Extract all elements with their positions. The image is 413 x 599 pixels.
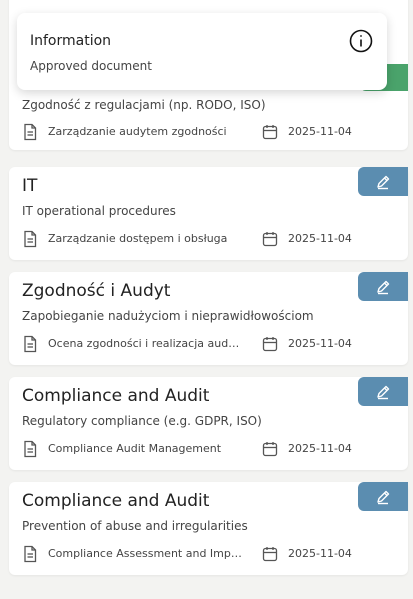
document-icon: [24, 230, 37, 248]
document-card[interactable]: IT IT operational procedures Zarządzanie…: [9, 167, 408, 260]
toast-message: Approved document: [30, 59, 152, 73]
card-date: 2025-11-04: [288, 232, 352, 245]
pencil-icon: [377, 490, 390, 504]
card-meta: Compliance Assessment and Implementation…: [22, 545, 402, 563]
pencil-icon: [377, 385, 390, 399]
card-meta-text: Zarządzanie dostępem i obsługa: [48, 232, 228, 245]
card-subtitle: IT operational procedures: [22, 204, 176, 218]
document-icon: [24, 545, 37, 563]
card-meta-text: Compliance Assessment and Implementation: [48, 547, 244, 560]
edit-button[interactable]: [358, 167, 408, 196]
info-icon: [349, 29, 373, 53]
pencil-icon: [377, 280, 390, 294]
card-meta-text: Compliance Audit Management: [48, 442, 222, 455]
document-icon: [24, 335, 37, 353]
card-title: Zgodność i Audyt: [22, 281, 171, 301]
calendar-icon: [262, 547, 278, 562]
card-date: 2025-11-04: [288, 547, 352, 560]
card-meta: Zarządzanie audytem zgodności 2025-11-04: [22, 123, 402, 141]
edit-button[interactable]: [358, 272, 408, 301]
card-subtitle: Prevention of abuse and irregularities: [22, 519, 248, 533]
toast-title: Information: [30, 33, 112, 49]
card-subtitle: Zapobieganie nadużyciom i nieprawidłowoś…: [22, 309, 314, 323]
document-icon: [24, 123, 37, 141]
card-date: 2025-11-04: [288, 442, 352, 455]
card-date: 2025-11-04: [288, 125, 352, 138]
info-toast[interactable]: Information Approved document: [17, 13, 387, 90]
card-meta-text: Ocena zgodności i realizacja audytów: [48, 337, 244, 350]
document-card[interactable]: Zgodność i Audyt Zapobieganie nadużyciom…: [9, 272, 408, 365]
edit-button[interactable]: [358, 482, 408, 511]
calendar-icon: [262, 442, 278, 457]
card-title: IT: [22, 176, 38, 196]
calendar-icon: [262, 125, 278, 140]
pencil-icon: [377, 175, 390, 189]
document-icon: [24, 440, 37, 458]
edit-button[interactable]: [358, 377, 408, 406]
card-date: 2025-11-04: [288, 337, 352, 350]
card-meta: Compliance Audit Management 2025-11-04: [22, 440, 402, 458]
card-meta: Zarządzanie dostępem i obsługa 2025-11-0…: [22, 230, 402, 248]
calendar-icon: [262, 337, 278, 352]
calendar-icon: [262, 232, 278, 247]
card-title: Compliance and Audit: [22, 491, 210, 511]
card-meta-text: Zarządzanie audytem zgodności: [48, 125, 227, 138]
document-card[interactable]: Compliance and Audit Regulatory complian…: [9, 377, 408, 470]
card-title: Compliance and Audit: [22, 386, 210, 406]
card-meta: Ocena zgodności i realizacja audytów 202…: [22, 335, 402, 353]
card-subtitle: Zgodność z regulacjami (np. RODO, ISO): [22, 98, 266, 112]
document-card[interactable]: Compliance and Audit Prevention of abuse…: [9, 482, 408, 575]
card-subtitle: Regulatory compliance (e.g. GDPR, ISO): [22, 414, 262, 428]
